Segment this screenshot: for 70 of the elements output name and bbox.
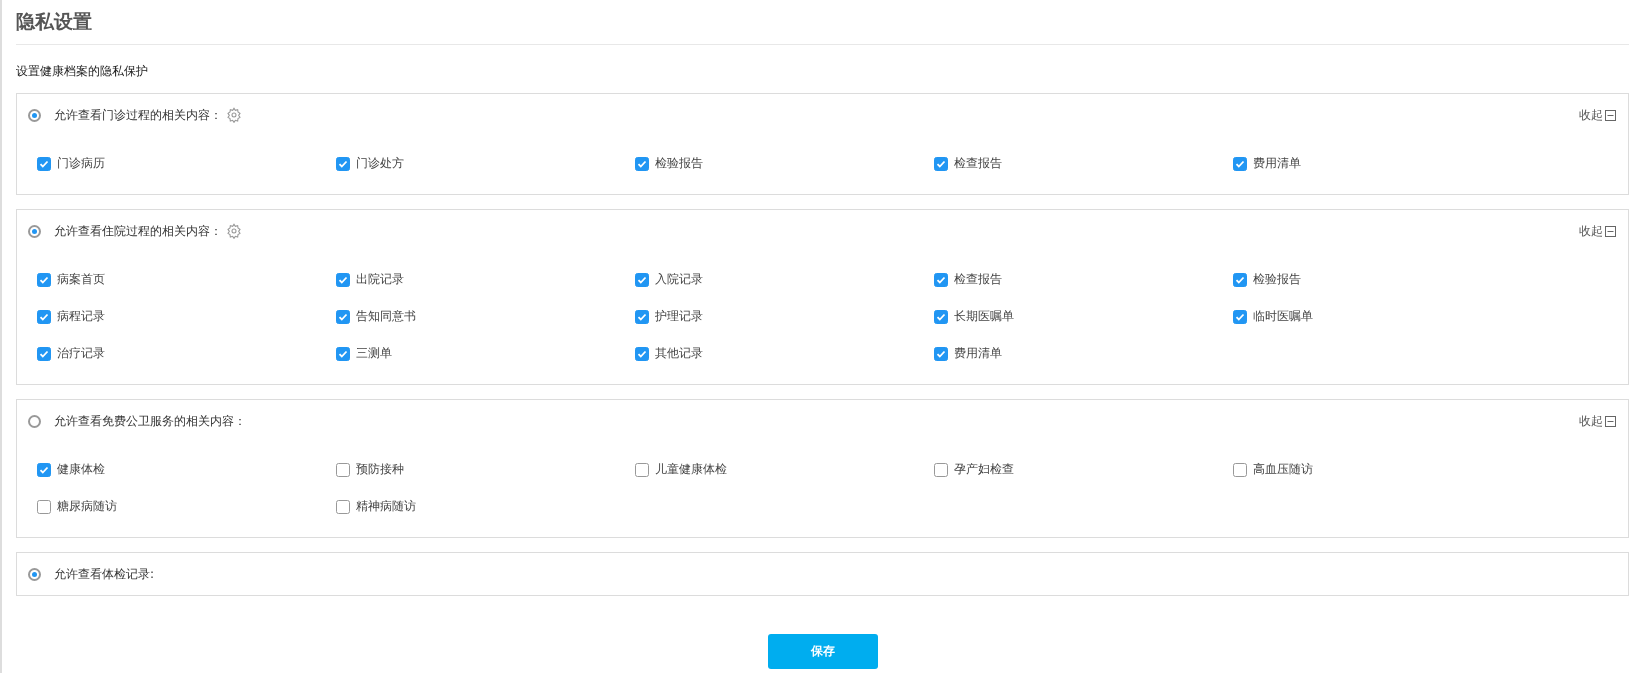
settings-icon[interactable] xyxy=(226,107,242,123)
checkbox[interactable] xyxy=(336,156,350,171)
checkbox-label: 护理记录 xyxy=(655,308,703,325)
checkbox-label: 入院记录 xyxy=(655,271,703,288)
checkbox-label: 检查报告 xyxy=(954,271,1002,288)
checkbox-label: 费用清单 xyxy=(954,345,1002,362)
page-title: 隐私设置 xyxy=(16,0,1629,45)
checkbox[interactable] xyxy=(1233,272,1247,287)
checkbox-label: 门诊病历 xyxy=(57,155,105,172)
page-subtitle: 设置健康档案的隐私保护 xyxy=(16,63,149,80)
checkbox-label: 长期医嘱单 xyxy=(954,308,1014,325)
checkbox-label: 检验报告 xyxy=(1253,271,1301,288)
collapse-link[interactable]: 收起 xyxy=(1579,106,1603,124)
checkbox-label: 病程记录 xyxy=(57,308,105,325)
settings-icon[interactable] xyxy=(226,223,242,239)
checkbox[interactable] xyxy=(1233,156,1247,171)
checkbox-label: 告知同意书 xyxy=(356,308,416,325)
checkbox-label: 费用清单 xyxy=(1253,155,1301,172)
checkbox[interactable] xyxy=(336,499,350,514)
collapse-icon[interactable] xyxy=(1605,109,1616,121)
checkbox-label: 检查报告 xyxy=(954,155,1002,172)
checkbox-label: 孕产妇检查 xyxy=(954,461,1014,478)
checkbox-label: 检验报告 xyxy=(655,155,703,172)
checkbox[interactable] xyxy=(336,272,350,287)
checkbox[interactable] xyxy=(635,346,649,361)
section-label: 允许查看住院过程的相关内容： xyxy=(54,222,222,240)
checkbox-label: 儿童健康体检 xyxy=(655,461,727,478)
checkbox-label: 临时医嘱单 xyxy=(1253,308,1313,325)
radio-button[interactable] xyxy=(28,108,41,122)
checkbox-label: 病案首页 xyxy=(57,271,105,288)
checkbox[interactable] xyxy=(336,309,350,324)
checkbox[interactable] xyxy=(934,272,948,287)
checkbox[interactable] xyxy=(37,499,51,514)
checkbox[interactable] xyxy=(37,462,51,477)
checkbox-label: 门诊处方 xyxy=(356,155,404,172)
collapse-link[interactable]: 收起 xyxy=(1579,412,1603,430)
checkbox-label: 三测单 xyxy=(356,345,392,362)
checkbox[interactable] xyxy=(635,272,649,287)
checkbox-label: 高血压随访 xyxy=(1253,461,1313,478)
checkbox[interactable] xyxy=(37,309,51,324)
radio-button[interactable] xyxy=(28,414,41,428)
checkbox-label: 预防接种 xyxy=(356,461,404,478)
checkbox-label: 治疗记录 xyxy=(57,345,105,362)
checkbox[interactable] xyxy=(1233,309,1247,324)
checkbox[interactable] xyxy=(336,346,350,361)
collapse-icon[interactable] xyxy=(1605,225,1616,237)
collapse-link[interactable]: 收起 xyxy=(1579,222,1603,240)
collapse-icon[interactable] xyxy=(1605,415,1616,427)
checkbox[interactable] xyxy=(1233,462,1247,477)
checkbox-label: 其他记录 xyxy=(655,345,703,362)
radio-button[interactable] xyxy=(28,224,41,238)
checkbox[interactable] xyxy=(37,346,51,361)
checkbox[interactable] xyxy=(934,462,948,477)
checkbox[interactable] xyxy=(635,462,649,477)
checkbox-label: 出院记录 xyxy=(356,271,404,288)
checkbox[interactable] xyxy=(635,309,649,324)
checkbox[interactable] xyxy=(37,156,51,171)
section-label: 允许查看体检记录: xyxy=(54,565,155,583)
checkbox[interactable] xyxy=(934,309,948,324)
section-label: 允许查看门诊过程的相关内容： xyxy=(54,106,222,124)
checkbox[interactable] xyxy=(635,156,649,171)
section-label: 允许查看免费公卫服务的相关内容： xyxy=(54,412,246,430)
checkbox-label: 健康体检 xyxy=(57,461,105,478)
checkbox[interactable] xyxy=(934,156,948,171)
checkbox-label: 糖尿病随访 xyxy=(57,498,117,515)
checkbox[interactable] xyxy=(934,346,948,361)
checkbox[interactable] xyxy=(37,272,51,287)
checkbox-label: 精神病随访 xyxy=(356,498,416,515)
checkbox[interactable] xyxy=(336,462,350,477)
radio-button[interactable] xyxy=(28,567,41,581)
